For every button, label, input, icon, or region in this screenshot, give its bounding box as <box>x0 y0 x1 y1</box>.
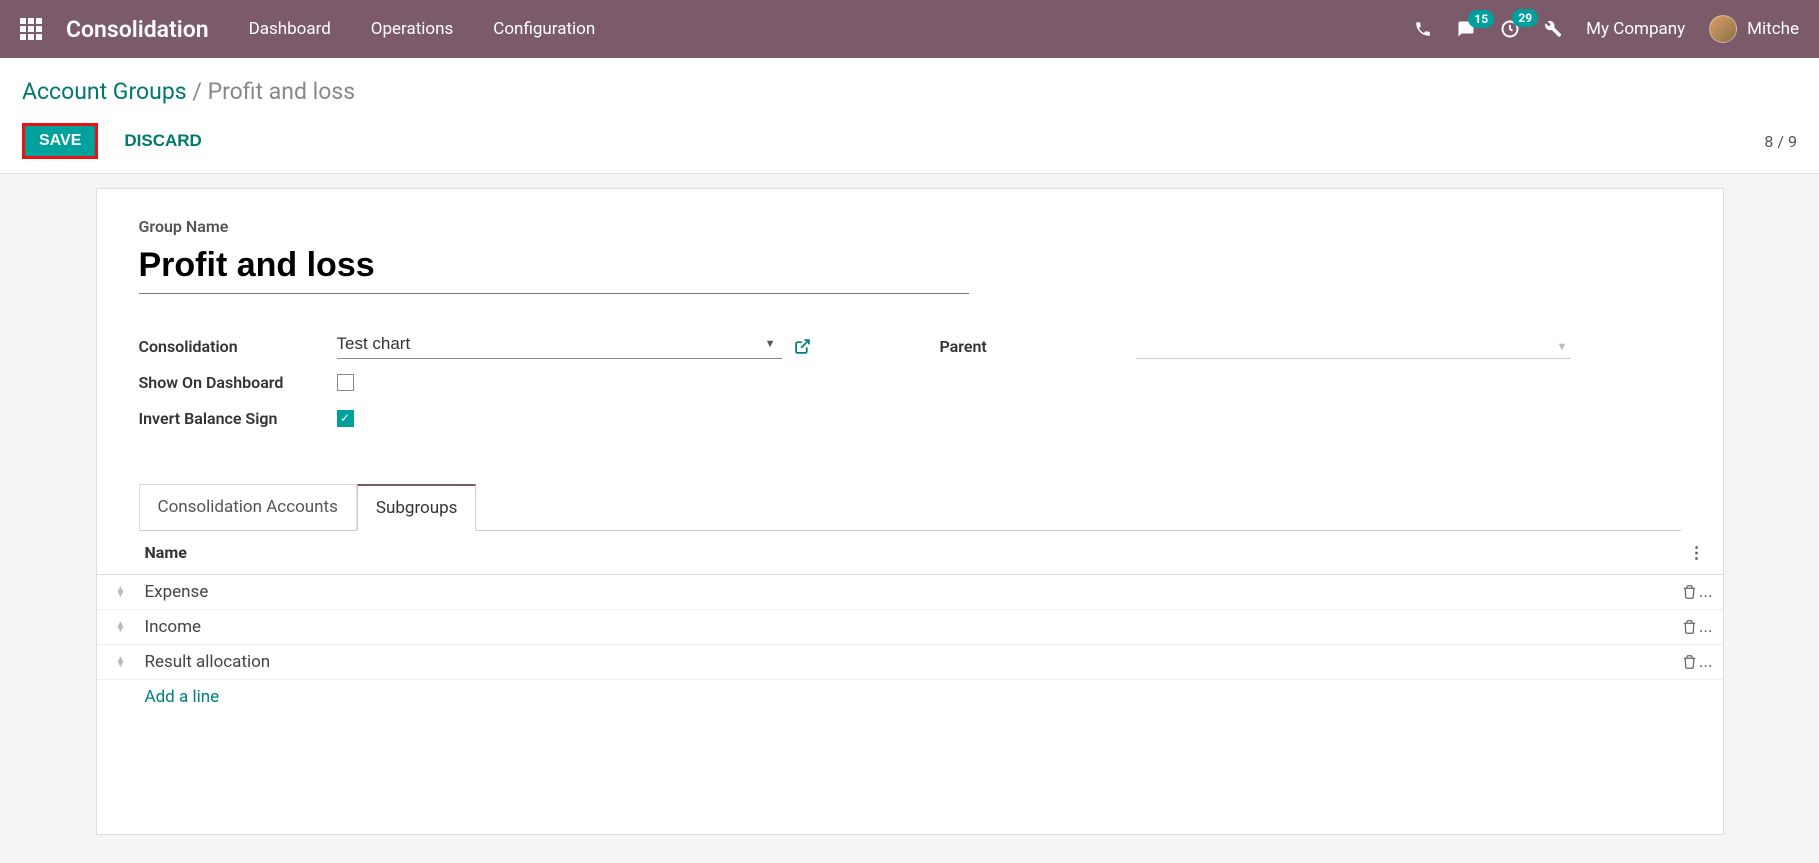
activities-badge: 29 <box>1512 9 1538 27</box>
table-row[interactable]: ▲▼ Result allocation ... <box>97 645 1723 680</box>
main-menu: Dashboard Operations Configuration <box>249 19 1415 39</box>
group-name-label: Group Name <box>139 217 1681 236</box>
external-link-icon[interactable] <box>794 338 811 355</box>
row-more: ... <box>1699 652 1712 672</box>
control-panel: Account Groups / Profit and loss SAVE DI… <box>0 58 1819 174</box>
group-name-input[interactable] <box>139 242 969 294</box>
pager-sep: / <box>1777 132 1784 151</box>
row-name: Result allocation <box>145 652 1683 672</box>
user-menu[interactable]: Mitche <box>1747 19 1799 39</box>
systray: 15 29 My Company Mitche <box>1414 15 1799 43</box>
chevron-down-icon[interactable]: ▼ <box>759 337 782 350</box>
col-name: Name <box>145 543 187 562</box>
breadcrumb-current: Profit and loss <box>208 78 356 105</box>
consolidation-label: Consolidation <box>139 337 337 356</box>
menu-dashboard[interactable]: Dashboard <box>249 19 331 39</box>
pager-current: 8 <box>1764 132 1773 151</box>
phone-icon[interactable] <box>1414 20 1432 38</box>
apps-launcher-icon[interactable] <box>20 18 42 40</box>
company-selector[interactable]: My Company <box>1586 19 1685 39</box>
form-sheet: Group Name Consolidation ▼ Show On Dashb… <box>96 188 1724 835</box>
consolidation-field[interactable]: ▼ <box>337 334 782 359</box>
menu-configuration[interactable]: Configuration <box>493 19 595 39</box>
trash-icon[interactable] <box>1682 584 1697 600</box>
columns-menu-icon[interactable]: ⋮ <box>1681 539 1713 566</box>
row-more: ... <box>1699 582 1712 602</box>
save-button[interactable]: SAVE <box>22 123 98 159</box>
parent-input[interactable] <box>1136 334 1571 359</box>
consolidation-input[interactable] <box>337 334 759 354</box>
tab-consolidation-accounts[interactable]: Consolidation Accounts <box>139 484 357 531</box>
add-line-row: Add a line <box>97 680 1723 714</box>
drag-handle-icon[interactable]: ▲▼ <box>109 622 133 632</box>
table-header: Name ⋮ <box>97 531 1723 575</box>
messages-badge: 15 <box>1468 10 1494 28</box>
table-row[interactable]: ▲▼ Income ... <box>97 610 1723 645</box>
breadcrumb-parent[interactable]: Account Groups <box>22 78 187 105</box>
app-title: Consolidation <box>66 16 209 43</box>
discard-button[interactable]: DISCARD <box>124 131 201 151</box>
messages-icon[interactable]: 15 <box>1456 20 1476 38</box>
drag-handle-icon[interactable]: ▲▼ <box>109 657 133 667</box>
breadcrumb: Account Groups / Profit and loss <box>22 78 1797 105</box>
tools-icon[interactable] <box>1544 20 1562 38</box>
trash-icon[interactable] <box>1682 619 1697 635</box>
pager[interactable]: 8 / 9 <box>1764 132 1797 151</box>
row-more: ... <box>1699 617 1712 637</box>
drag-handle-icon[interactable]: ▲▼ <box>109 587 133 597</box>
invert-sign-checkbox[interactable]: ✓ <box>337 410 354 427</box>
activities-icon[interactable]: 29 <box>1500 19 1520 39</box>
show-dashboard-checkbox[interactable] <box>337 374 354 391</box>
add-line-link[interactable]: Add a line <box>145 687 220 707</box>
tabs: Consolidation Accounts Subgroups <box>139 484 1681 531</box>
pager-total: 9 <box>1788 132 1797 151</box>
top-navbar: Consolidation Dashboard Operations Confi… <box>0 0 1819 58</box>
avatar[interactable] <box>1709 15 1737 43</box>
row-name: Expense <box>145 582 1683 602</box>
table-row[interactable]: ▲▼ Expense ... <box>97 575 1723 610</box>
breadcrumb-sep: / <box>192 78 202 105</box>
invert-sign-label: Invert Balance Sign <box>139 409 337 428</box>
tab-subgroups[interactable]: Subgroups <box>357 484 477 531</box>
parent-label: Parent <box>940 337 1136 356</box>
show-dashboard-label: Show On Dashboard <box>139 373 337 392</box>
row-name: Income <box>145 617 1683 637</box>
trash-icon[interactable] <box>1682 654 1697 670</box>
menu-operations[interactable]: Operations <box>371 19 454 39</box>
subgroups-table: Name ⋮ ▲▼ Expense ... ▲▼ Income ... <box>97 531 1723 714</box>
chevron-down-icon[interactable]: ▼ <box>1557 340 1568 353</box>
